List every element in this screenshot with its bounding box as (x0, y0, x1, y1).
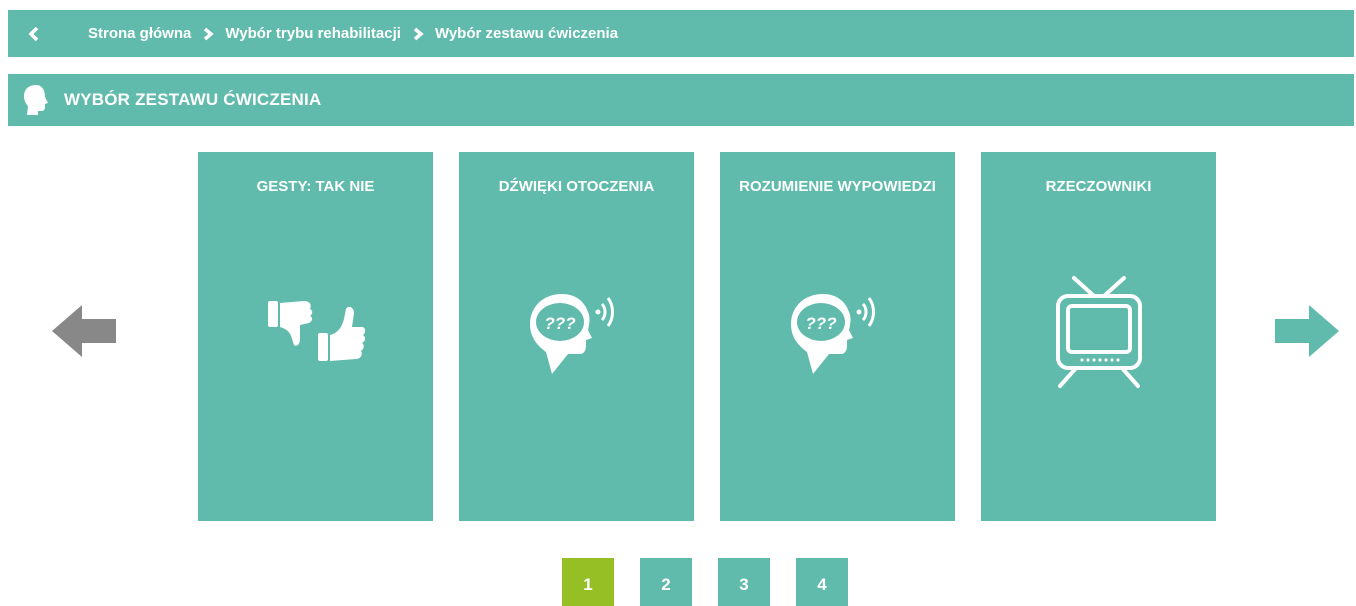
svg-text:???: ??? (544, 314, 576, 333)
breadcrumb-rehab-mode[interactable]: Wybór trybu rehabilitacji (225, 25, 401, 42)
exercise-card-gestures[interactable]: GESTY: TAK NIE (198, 152, 433, 521)
chevron-right-icon (401, 10, 435, 57)
card-title: DŹWIĘKI OTOCZENIA (498, 178, 655, 195)
page-button-2[interactable]: 2 (640, 558, 692, 606)
arrow-right-icon (1275, 305, 1339, 357)
page-button-1[interactable]: 1 (562, 558, 614, 606)
page-header: WYBÓR ZESTAWU ĆWICZENIA (8, 74, 1354, 126)
exercise-card-comprehension[interactable]: ROZUMIENIE WYPOWIEDZI ??? (720, 152, 955, 521)
back-button[interactable] (8, 10, 60, 57)
arrow-left-icon (52, 305, 116, 357)
tv-icon (981, 267, 1216, 397)
exercise-card-nouns[interactable]: RZECZOWNIKI (981, 152, 1216, 521)
card-title: RZECZOWNIKI (1045, 178, 1152, 195)
breadcrumb: Strona główna Wybór trybu rehabilitacji … (8, 10, 1354, 57)
next-arrow-button[interactable] (1275, 305, 1339, 357)
page-button-3[interactable]: 3 (718, 558, 770, 606)
page-title: WYBÓR ZESTAWU ĆWICZENIA (64, 90, 322, 109)
card-title: GESTY: TAK NIE (256, 178, 375, 195)
head-sound-icon: ??? (720, 267, 955, 397)
chevron-right-icon (191, 10, 225, 57)
pagination: 1 2 3 4 (562, 558, 848, 606)
chevron-left-icon (28, 26, 39, 41)
prev-arrow-button[interactable] (52, 305, 116, 357)
page-button-4[interactable]: 4 (796, 558, 848, 606)
svg-text:???: ??? (805, 314, 837, 333)
exercise-card-sounds[interactable]: DŹWIĘKI OTOCZENIA ??? (459, 152, 694, 521)
head-sound-icon: ??? (459, 267, 694, 397)
card-title: ROZUMIENIE WYPOWIEDZI (739, 178, 936, 195)
breadcrumb-home[interactable]: Strona główna (88, 25, 191, 42)
head-silhouette-icon (8, 74, 64, 126)
breadcrumb-current: Wybór zestawu ćwiczenia (434, 25, 619, 42)
thumbs-down-up-icon (198, 267, 433, 397)
